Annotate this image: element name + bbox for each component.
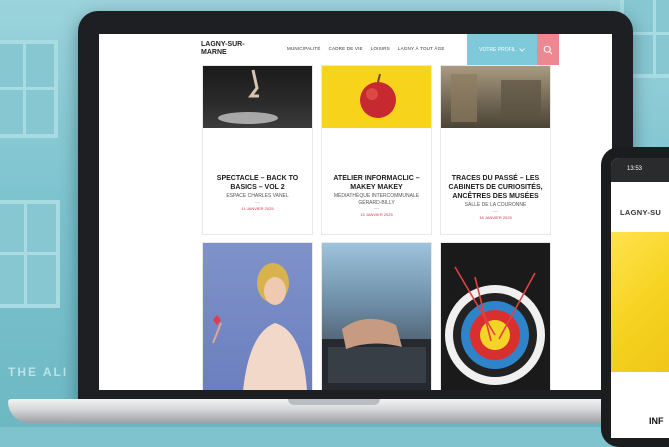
event-title: SPECTACLE – BACK TO BASICS – VOL 2 — [216, 175, 299, 191]
event-date: 16 JANVIER 2025 — [479, 214, 512, 220]
phone-status-bar: 13:53 — [611, 158, 669, 182]
phone-event-title: INF — [649, 416, 664, 426]
event-image-dancer — [203, 66, 312, 128]
nav-item-cadre-de-vie[interactable]: CADRE DE VIE — [329, 46, 363, 51]
event-image-keyboard — [322, 243, 431, 390]
event-title: TRACES DU PASSÉ – LES CABINETS DE CURIOS… — [448, 175, 543, 200]
profile-label: VOTRE PROFIL — [479, 46, 516, 53]
event-image-woman-lollipop — [203, 243, 312, 390]
event-card[interactable] — [440, 242, 551, 390]
background-window — [0, 40, 58, 138]
phone-event-image[interactable] — [611, 232, 669, 372]
event-date: 11 JANVIER 2025 — [241, 205, 274, 211]
background-window — [0, 200, 60, 308]
event-venue: MÉDIATHÈQUE INTERCOMMUNALE GÉRARD-BILLY — [333, 193, 420, 206]
search-button[interactable] — [537, 34, 559, 65]
event-image-archery-target — [441, 243, 550, 390]
site-header: LAGNY-SUR-MARNE MUNICIPALITÉ CADRE DE VI… — [99, 34, 612, 65]
nav-item-lagny-a-tout-age[interactable]: LAGNY À TOUT ÂGE — [398, 46, 445, 51]
event-card[interactable] — [202, 242, 313, 390]
nav-item-municipalite[interactable]: MUNICIPALITÉ — [287, 46, 321, 51]
event-card[interactable] — [321, 242, 432, 390]
profile-button[interactable]: VOTRE PROFIL — [467, 34, 537, 65]
phone-clock: 13:53 — [627, 166, 643, 172]
event-card[interactable]: SPECTACLE – BACK TO BASICS – VOL 2 ESPAC… — [202, 65, 313, 235]
event-image-apple — [322, 66, 431, 128]
site-logo[interactable]: LAGNY-SUR-MARNE — [201, 41, 261, 57]
background-sign: THE ALI — [8, 365, 69, 379]
search-icon — [543, 45, 553, 54]
event-date: 15 JANVIER 2025 — [360, 212, 393, 217]
main-nav: MUNICIPALITÉ CADRE DE VIE LOISIRS LAGNY … — [287, 46, 445, 51]
event-card[interactable]: TRACES DU PASSÉ – LES CABINETS DE CURIOS… — [440, 65, 551, 235]
phone-screen: 13:53 LAGNY-SU INF — [611, 158, 669, 438]
nav-item-loisirs[interactable]: LOISIRS — [371, 46, 390, 51]
event-card[interactable]: ATELIER INFORMACLIC – MAKEY MAKEY MÉDIAT… — [321, 65, 432, 235]
laptop-screen: LAGNY-SUR-MARNE MUNICIPALITÉ CADRE DE VI… — [99, 34, 612, 390]
phone-site-logo[interactable]: LAGNY-SU — [620, 208, 661, 217]
laptop-notch — [288, 399, 380, 405]
event-title: ATELIER INFORMACLIC – MAKEY MAKEY — [333, 175, 420, 191]
chevron-down-icon — [519, 47, 525, 52]
event-image-museum — [441, 66, 550, 128]
